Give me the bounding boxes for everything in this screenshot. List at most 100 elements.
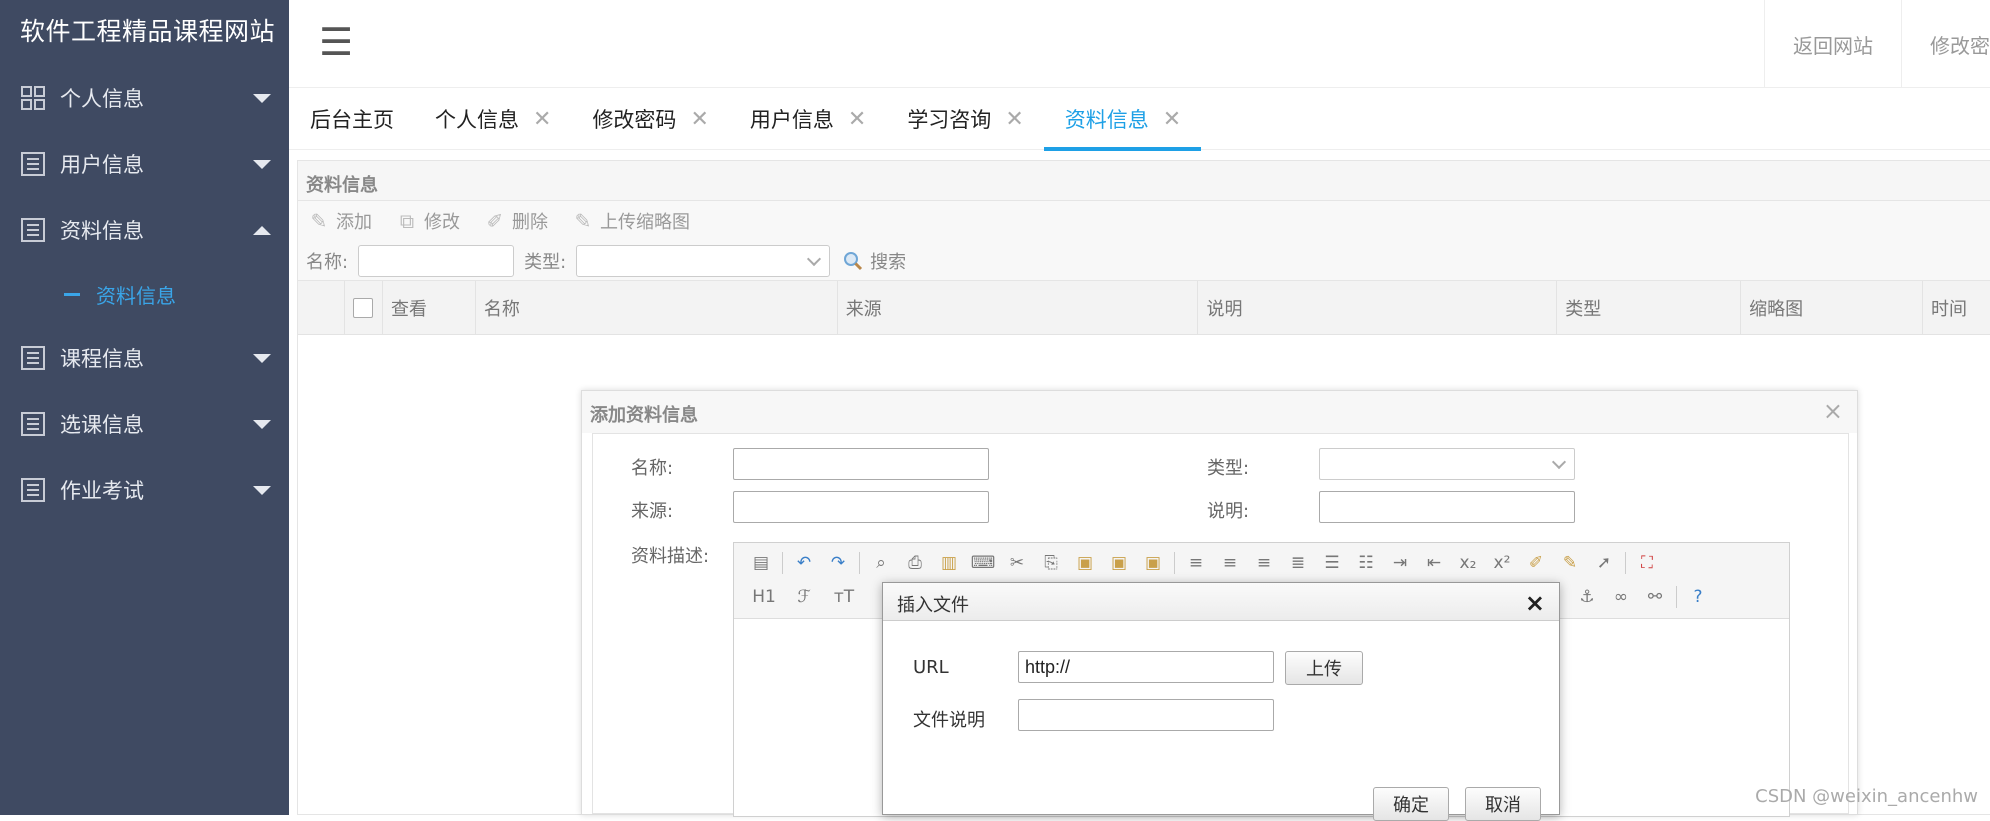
hamburger-menu-icon[interactable]: ☰ — [319, 20, 353, 64]
cancel-button[interactable]: 取消 — [1465, 787, 1541, 821]
list-icon — [20, 217, 46, 243]
select-all-icon[interactable]: ✎ — [1553, 550, 1587, 576]
indent-icon[interactable]: ⇥ — [1383, 550, 1417, 576]
delete-label: 删除 — [512, 208, 548, 234]
clear-format-icon[interactable]: ✐ — [1519, 550, 1553, 576]
list-icon — [20, 345, 46, 371]
search-bar: 名称: 类型: 搜索 — [298, 241, 1990, 281]
template-icon[interactable]: ▥ — [932, 550, 966, 576]
fullscreen-icon[interactable]: ⛶ — [1630, 550, 1664, 576]
edit-label: 修改 — [424, 208, 460, 234]
url-input[interactable] — [1018, 651, 1274, 683]
app-brand: 软件工程精品课程网站 — [0, 0, 289, 55]
caret-up-icon — [253, 226, 271, 235]
editor-toolbar-row-2-right: ⚓∞⚯? — [1570, 581, 1715, 613]
close-icon[interactable]: ✕ — [690, 107, 708, 132]
tab-material-info[interactable]: 资料信息✕ — [1044, 88, 1201, 150]
close-icon[interactable]: ✕ — [1005, 107, 1023, 132]
separator — [1174, 552, 1175, 574]
close-icon[interactable]: ✕ — [533, 107, 551, 132]
sidebar-item-course-info[interactable]: 课程信息 — [0, 325, 289, 391]
column-thumbnail[interactable]: 缩略图 — [1741, 281, 1923, 335]
column-name[interactable]: 名称 — [476, 281, 838, 335]
close-icon[interactable]: ✕ — [1163, 107, 1181, 132]
tab-change-password[interactable]: 修改密码✕ — [571, 88, 728, 150]
heading-icon[interactable]: H1 — [744, 584, 784, 610]
dialog-title: 插入文件 — [883, 583, 1559, 621]
caret-down-icon — [253, 420, 271, 429]
sidebar-item-homework-exam[interactable]: 作业考试 — [0, 457, 289, 523]
unordered-list-icon[interactable]: ☷ — [1349, 550, 1383, 576]
paste-text-icon[interactable]: ▣ — [1102, 550, 1136, 576]
link-icon[interactable]: ∞ — [1604, 584, 1638, 610]
description-label: 说明: — [1207, 497, 1249, 523]
align-center-icon[interactable]: ≡ — [1213, 550, 1247, 576]
row-number-column — [298, 281, 345, 335]
name-input[interactable] — [733, 448, 989, 480]
change-password-link[interactable]: 修改密 — [1901, 0, 1990, 88]
close-icon[interactable]: ✕ — [848, 107, 866, 132]
code-icon[interactable]: ⌨ — [966, 550, 1000, 576]
close-icon[interactable]: × — [1525, 589, 1545, 617]
align-left-icon[interactable]: ≡ — [1179, 550, 1213, 576]
font-family-icon[interactable]: ℱ — [784, 584, 824, 610]
font-size-icon[interactable]: ᴛT — [824, 584, 864, 610]
tab-user-info[interactable]: 用户信息✕ — [729, 88, 886, 150]
sidebar-item-user-info[interactable]: 用户信息 — [0, 131, 289, 197]
search-button[interactable]: 搜索 — [842, 248, 906, 274]
column-description[interactable]: 说明 — [1198, 281, 1557, 335]
file-description-input[interactable] — [1018, 699, 1274, 731]
description-input[interactable] — [1319, 491, 1575, 523]
tab-personal-info[interactable]: 个人信息✕ — [414, 88, 571, 150]
ordered-list-icon[interactable]: ☰ — [1315, 550, 1349, 576]
tab-home[interactable]: 后台主页 — [289, 88, 414, 150]
add-button[interactable]: ✎添加 — [308, 208, 372, 234]
content-label: 资料描述: — [631, 542, 709, 568]
print-icon[interactable]: ⎙ — [898, 550, 932, 576]
sidebar-item-label: 选课信息 — [60, 409, 144, 439]
align-right-icon[interactable]: ≡ — [1247, 550, 1281, 576]
preview-icon[interactable]: ⌕ — [864, 550, 898, 576]
cut-icon[interactable]: ✂ — [1000, 550, 1034, 576]
edit-icon: ⧉ — [396, 210, 418, 232]
subscript-icon[interactable]: x₂ — [1451, 550, 1485, 576]
paste-icon[interactable]: ▣ — [1068, 550, 1102, 576]
list-icon — [20, 477, 46, 503]
copy-icon[interactable]: ⎘ — [1034, 550, 1068, 576]
top-links: 返回网站 修改密 — [1764, 0, 1990, 88]
back-to-site-link[interactable]: 返回网站 — [1764, 0, 1901, 88]
column-time[interactable]: 时间 — [1923, 281, 1990, 335]
list-icon — [20, 151, 46, 177]
type-filter-select[interactable] — [576, 245, 830, 277]
sidebar-subitem-material-info[interactable]: 资料信息 — [0, 263, 289, 325]
source-icon[interactable]: ▤ — [744, 550, 778, 576]
select-all-checkbox[interactable] — [353, 298, 373, 318]
upload-thumbnail-button[interactable]: ✎上传缩略图 — [572, 208, 690, 234]
close-icon[interactable]: × — [1823, 397, 1843, 425]
tab-study-consult[interactable]: 学习咨询✕ — [886, 88, 1043, 150]
column-type[interactable]: 类型 — [1557, 281, 1741, 335]
edit-button[interactable]: ⧉ 修改 — [396, 208, 460, 234]
anchor-icon[interactable]: ⚓ — [1570, 584, 1604, 610]
column-view[interactable]: 查看 — [383, 281, 476, 335]
paste-word-icon[interactable]: ▣ — [1136, 550, 1170, 576]
column-source[interactable]: 来源 — [838, 281, 1199, 335]
pointer-icon[interactable]: ➚ — [1587, 550, 1621, 576]
name-filter-input[interactable] — [358, 245, 514, 277]
type-select[interactable] — [1319, 448, 1575, 480]
sidebar-item-personal-info[interactable]: 个人信息 — [0, 65, 289, 131]
source-input[interactable] — [733, 491, 989, 523]
sidebar-item-enrollment-info[interactable]: 选课信息 — [0, 391, 289, 457]
undo-icon[interactable]: ↶ — [787, 550, 821, 576]
sidebar-item-material-info[interactable]: 资料信息 — [0, 197, 289, 263]
outdent-icon[interactable]: ⇤ — [1417, 550, 1451, 576]
help-icon[interactable]: ? — [1681, 584, 1715, 610]
upload-button[interactable]: 上传 — [1285, 651, 1363, 685]
superscript-icon[interactable]: x² — [1485, 550, 1519, 576]
confirm-button[interactable]: 确定 — [1373, 787, 1449, 821]
justify-icon[interactable]: ≣ — [1281, 550, 1315, 576]
chevron-down-icon — [807, 251, 821, 265]
delete-button[interactable]: ✐删除 — [484, 208, 548, 234]
unlink-icon[interactable]: ⚯ — [1638, 584, 1672, 610]
redo-icon[interactable]: ↷ — [821, 550, 855, 576]
